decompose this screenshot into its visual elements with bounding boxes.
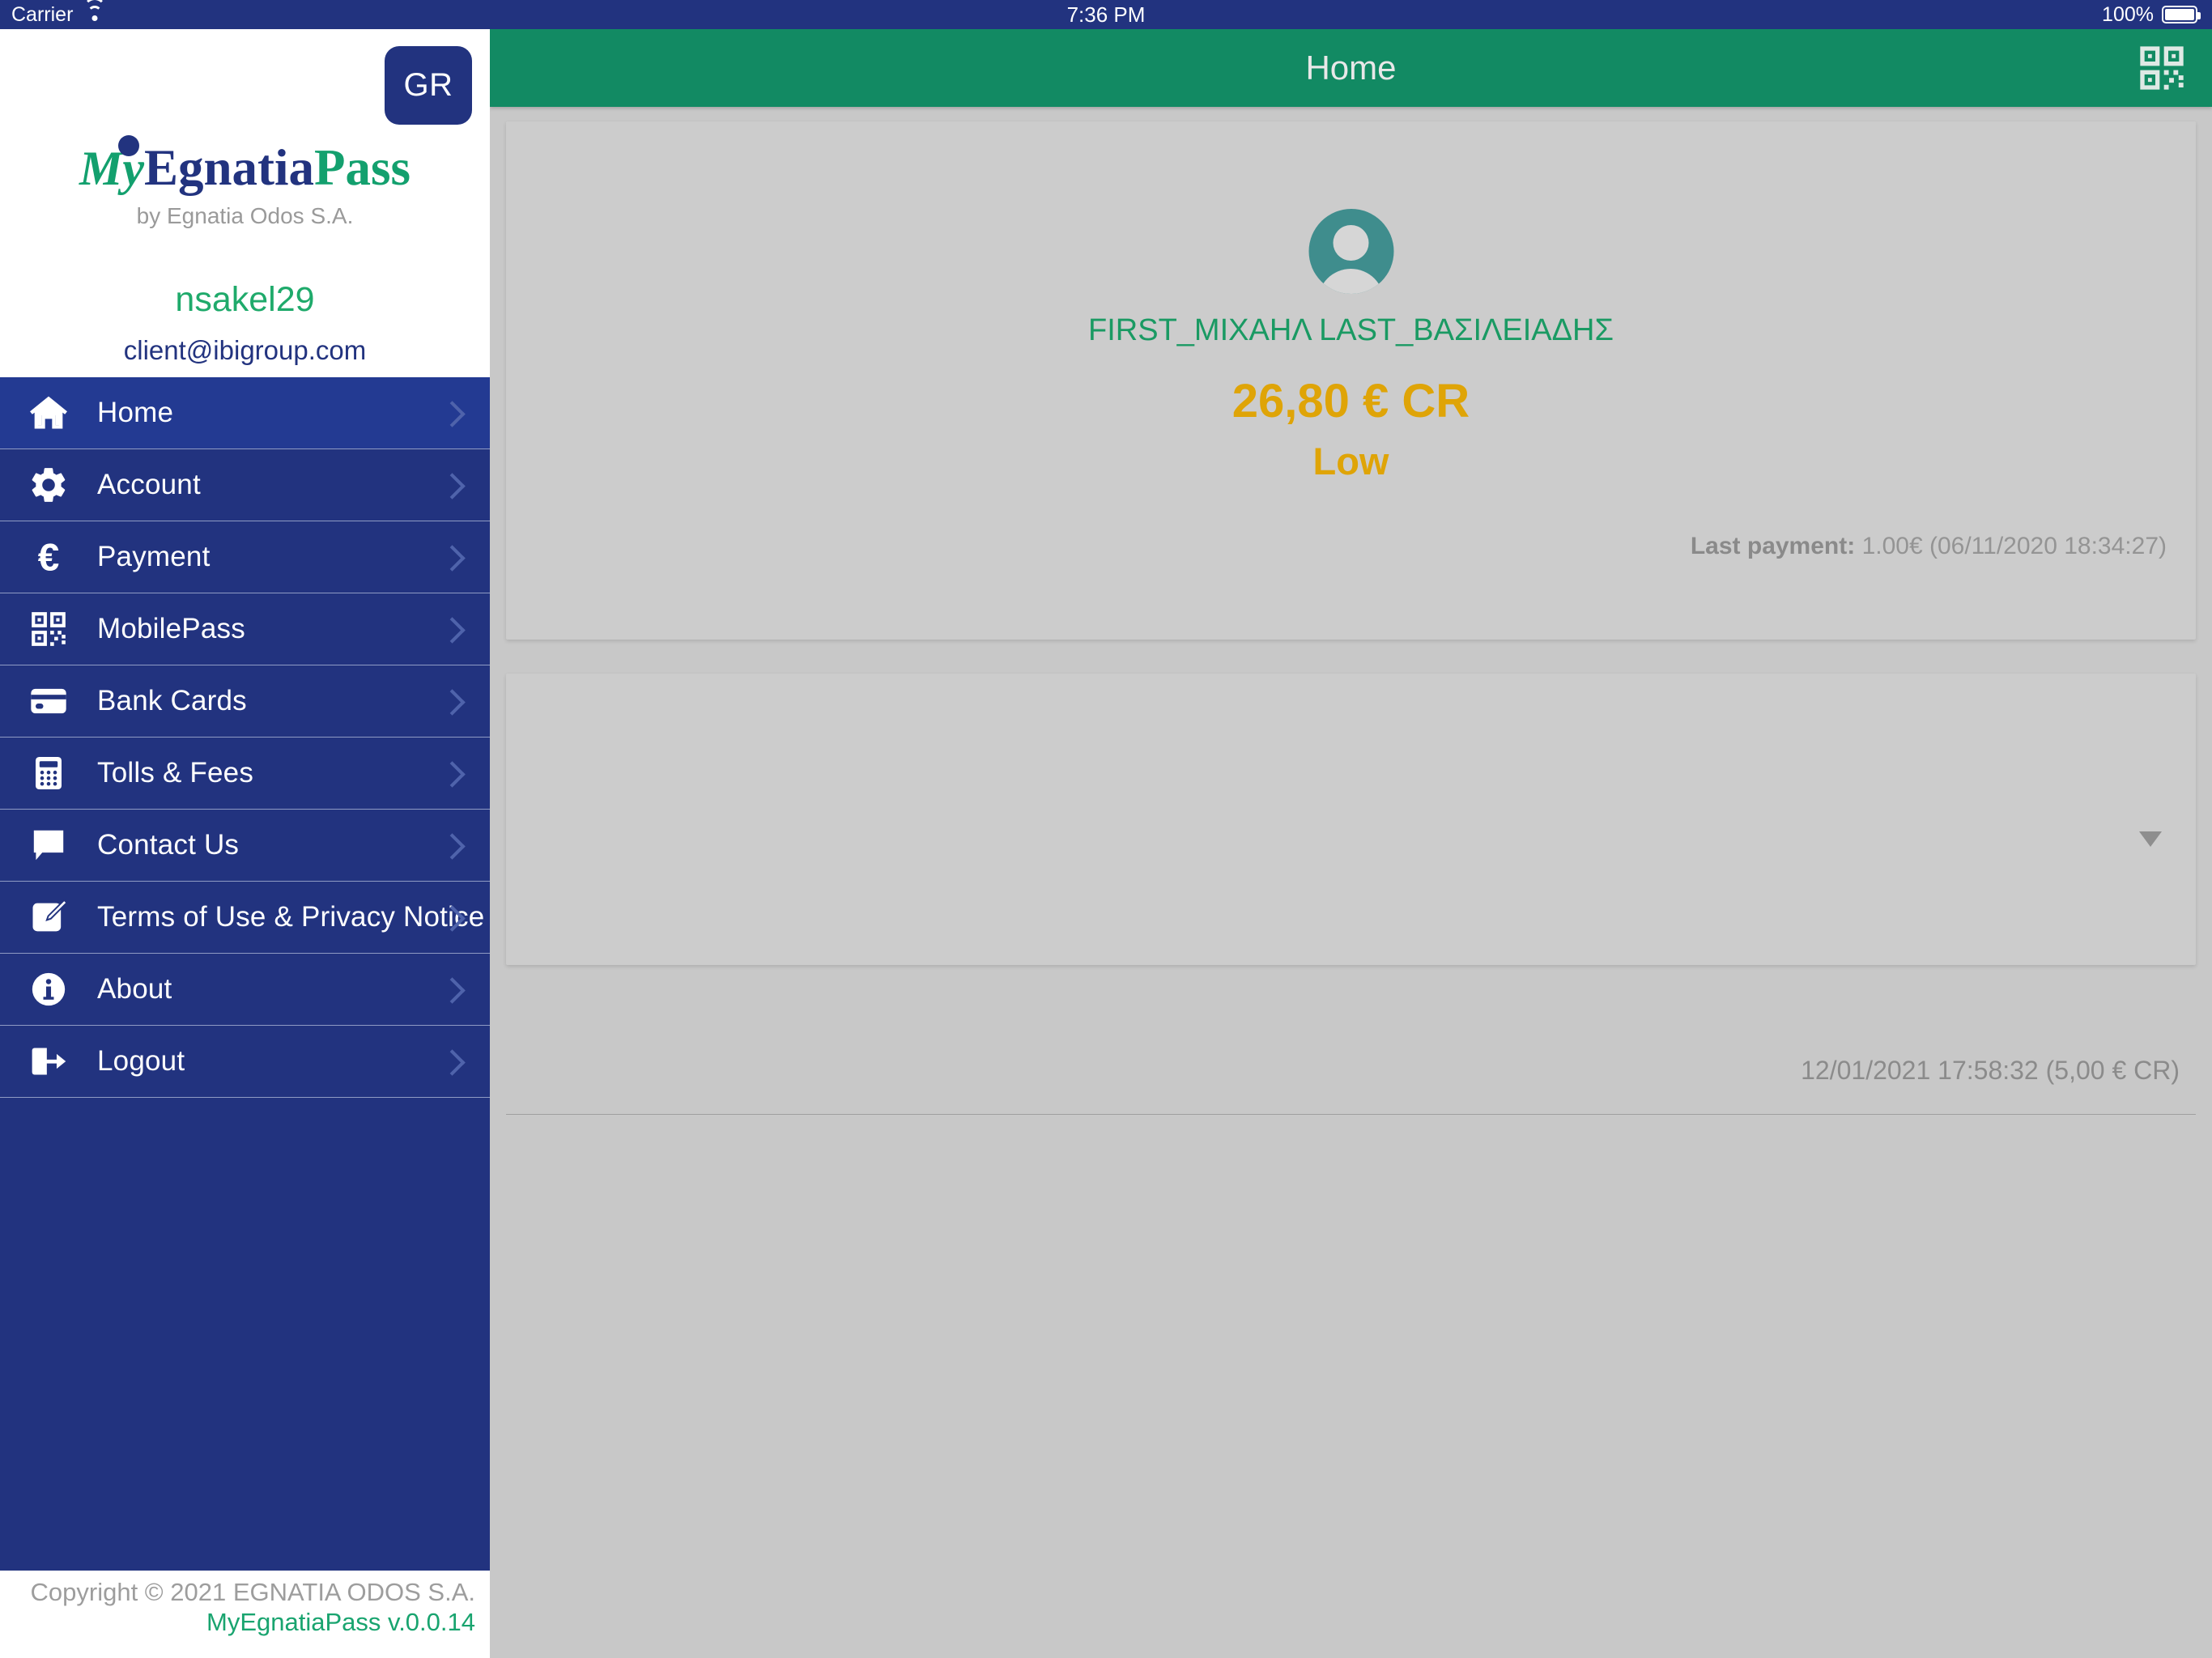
battery-full-icon (2162, 6, 2201, 23)
sidebar-filler (0, 1098, 490, 1571)
logo-my-text: My (79, 142, 144, 195)
chevron-right-icon (443, 469, 461, 501)
sidebar-item-label: MobilePass (97, 613, 245, 644)
sidebar-item-label: Contact Us (97, 829, 240, 861)
vehicle-selector-card (506, 674, 2196, 965)
sidebar-item-mobilepass[interactable]: MobilePass (0, 593, 490, 665)
app-root: Carrier 7:36 PM 100% GR MyEgnatiaPass by… (0, 0, 2212, 1658)
sidebar-item-terms-privacy[interactable]: Terms of Use & Privacy Notice (0, 882, 490, 954)
app-version-text: MyEgnatiaPass v.0.0.14 (206, 1608, 475, 1637)
chevron-right-icon (443, 1045, 461, 1078)
main-panel: Home FIRST_ΜΙΧΑΗΛ LAST_ΒΑΣΙΛΕΙΑΔΗΣ 26,80… (490, 29, 2212, 1658)
euro-icon: € (0, 536, 97, 578)
status-bar-clock: 7:36 PM (1066, 2, 1146, 27)
edit-note-icon (0, 896, 97, 938)
sidebar-item-label: Payment (97, 541, 211, 572)
copyright-text: Copyright © 2021 EGNATIA ODOS S.A. (30, 1578, 475, 1606)
sidebar-item-tolls-fees[interactable]: Tolls & Fees (0, 738, 490, 810)
account-holder-name: FIRST_ΜΙΧΑΗΛ LAST_ΒΑΣΙΛΕΙΑΔΗΣ (1088, 313, 1614, 347)
sidebar-item-about[interactable]: About (0, 954, 490, 1026)
transaction-text: 12/01/2021 17:58:32 (5,00 € CR) (1801, 1056, 2180, 1085)
chevron-down-icon[interactable] (2139, 831, 2162, 847)
logo-pass-text: Pass (314, 139, 411, 196)
last-payment-value: 1.00€ (06/11/2020 18:34:27) (1861, 533, 2167, 559)
sidebar-item-home[interactable]: Home (0, 377, 490, 449)
sidebar-item-label: Bank Cards (97, 685, 247, 716)
chevron-right-icon (443, 685, 461, 717)
status-bar: Carrier 7:36 PM 100% (0, 0, 2212, 29)
sidebar-item-payment[interactable]: € Payment (0, 521, 490, 593)
calculator-icon (0, 752, 97, 794)
sidebar-footer: Copyright © 2021 EGNATIA ODOS S.A. MyEgn… (0, 1571, 490, 1658)
sidebar-item-logout[interactable]: Logout (0, 1026, 490, 1098)
logo-wordmark: MyEgnatiaPass (0, 142, 490, 193)
status-bar-right: 100% (2102, 2, 2201, 27)
app-bar: Home (490, 29, 2212, 107)
user-avatar-icon (1308, 209, 1393, 294)
logout-icon (0, 1040, 97, 1082)
avatar-head (1333, 225, 1369, 261)
sidebar-menu: Home Account € Payment MobilePass Bank C… (0, 377, 490, 1098)
app-logo: MyEgnatiaPass by Egnatia Odos S.A. (0, 142, 490, 229)
info-icon (0, 968, 97, 1010)
qr-code-icon (0, 609, 97, 649)
qr-code-icon[interactable] (2136, 42, 2188, 94)
chevron-right-icon (443, 613, 461, 645)
home-icon (0, 392, 97, 434)
gear-icon (0, 464, 97, 506)
balance-status-label: Low (1312, 440, 1389, 483)
page-title: Home (1305, 49, 1397, 87)
sidebar-item-label: Logout (97, 1045, 185, 1077)
language-toggle-button[interactable]: GR (385, 46, 472, 125)
chevron-right-icon (443, 757, 461, 789)
content-area: FIRST_ΜΙΧΑΗΛ LAST_ΒΑΣΙΛΕΙΑΔΗΣ 26,80 € CR… (490, 107, 2212, 1658)
chat-bubble-icon (0, 824, 97, 866)
chevron-right-icon (443, 829, 461, 861)
logo-egnatia-text: Egnatia (143, 139, 314, 196)
chevron-right-icon (443, 541, 461, 573)
sidebar-item-account[interactable]: Account (0, 449, 490, 521)
sidebar-item-label: Terms of Use & Privacy Notice (97, 901, 485, 933)
account-balance-card: FIRST_ΜΙΧΑΗΛ LAST_ΒΑΣΙΛΕΙΑΔΗΣ 26,80 € CR… (506, 121, 2196, 640)
last-payment-label: Last payment: (1690, 533, 1856, 559)
sidebar-item-label: Account (97, 469, 201, 500)
battery-percent-label: 100% (2102, 2, 2154, 26)
sidebar-item-label: About (97, 973, 172, 1005)
sidebar-item-bank-cards[interactable]: Bank Cards (0, 665, 490, 738)
sidebar-user-email: client@ibigroup.com (123, 335, 367, 365)
sidebar-header: GR MyEgnatiaPass by Egnatia Odos S.A. ns… (0, 29, 490, 377)
sidebar-item-label: Tolls & Fees (97, 757, 254, 789)
account-balance-amount: 26,80 € CR (1231, 375, 1470, 427)
sidebar-item-label: Home (97, 397, 174, 428)
sidebar: GR MyEgnatiaPass by Egnatia Odos S.A. ns… (0, 29, 490, 1658)
credit-card-icon (0, 680, 97, 722)
sidebar-item-contact-us[interactable]: Contact Us (0, 810, 490, 882)
sidebar-username: nsakel29 (175, 280, 315, 319)
chevron-right-icon (443, 973, 461, 1005)
transaction-row[interactable]: 12/01/2021 17:58:32 (5,00 € CR) (506, 1038, 2196, 1115)
avatar-body (1317, 269, 1385, 294)
svg-text:€: € (38, 536, 60, 578)
chevron-right-icon (443, 397, 461, 429)
last-payment-info: Last payment: 1.00€ (06/11/2020 18:34:27… (1691, 533, 2167, 560)
chevron-right-icon (443, 901, 461, 933)
logo-subtitle: by Egnatia Odos S.A. (136, 203, 354, 228)
